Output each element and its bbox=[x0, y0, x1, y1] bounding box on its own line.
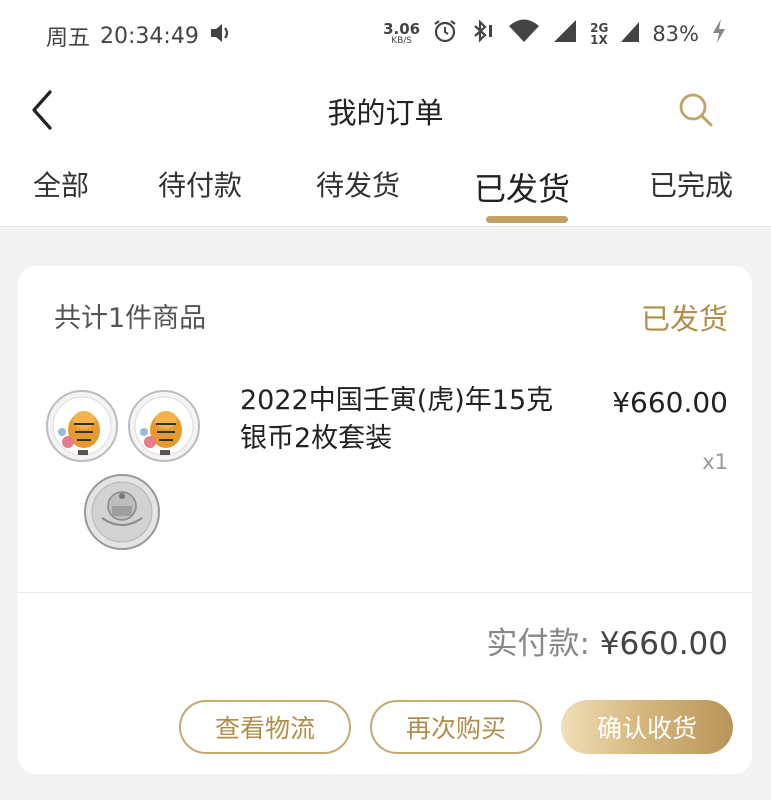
order-tabs: 全部 待付款 待发货 已发货 已完成 bbox=[0, 152, 771, 226]
confirm-receipt-button[interactable]: 确认收货 bbox=[561, 700, 733, 754]
volume-icon bbox=[209, 22, 233, 50]
network-type-top: 2G bbox=[590, 20, 609, 35]
tab-shipped[interactable]: 已发货 bbox=[474, 164, 570, 210]
coin-tiger-left bbox=[46, 390, 118, 462]
signal-icon-2 bbox=[620, 18, 640, 49]
net-speed: 3.06 KB/S bbox=[383, 19, 421, 46]
paid-value: ¥660.00 bbox=[599, 626, 728, 662]
tab-pending-payment[interactable]: 待付款 bbox=[158, 164, 242, 204]
search-icon bbox=[679, 93, 713, 127]
status-bar: 周五 20:34:49 3.06 KB/S 2G 1X 83% bbox=[0, 0, 771, 68]
nav-bar: 我的订单 bbox=[0, 68, 771, 152]
tab-pending-shipment[interactable]: 待发货 bbox=[316, 164, 400, 204]
status-day: 周五 bbox=[46, 26, 91, 51]
status-time: 20:34:49 bbox=[100, 23, 199, 49]
paid-label: 实付款: bbox=[486, 626, 590, 662]
coin-tiger-right bbox=[128, 390, 200, 462]
active-tab-indicator bbox=[486, 216, 568, 223]
battery-percent: 83% bbox=[652, 21, 699, 46]
header-area: 周五 20:34:49 3.06 KB/S 2G 1X 83% 我的订单 全部 … bbox=[0, 0, 771, 227]
net-speed-value: 3.06 bbox=[383, 19, 421, 38]
bluetooth-icon bbox=[470, 18, 496, 49]
item-count: 共计1件商品 bbox=[54, 303, 207, 334]
view-logistics-button[interactable]: 查看物流 bbox=[179, 700, 351, 754]
page-title: 我的订单 bbox=[327, 96, 444, 130]
buy-again-button[interactable]: 再次购买 bbox=[370, 700, 542, 754]
network-type: 2G 1X bbox=[590, 22, 608, 46]
network-type-bottom: 1X bbox=[590, 32, 608, 47]
tab-completed[interactable]: 已完成 bbox=[649, 164, 733, 204]
product-name[interactable]: 2022中国壬寅(虎)年15克银币2枚套装 bbox=[240, 382, 580, 458]
alarm-icon bbox=[432, 18, 458, 49]
net-speed-unit: KB/S bbox=[391, 35, 413, 46]
search-button[interactable] bbox=[676, 90, 716, 130]
order-status: 已发货 bbox=[640, 302, 728, 336]
paid-amount: 实付款: ¥660.00 bbox=[486, 618, 728, 663]
status-right: 3.06 KB/S 2G 1X 83% bbox=[383, 18, 727, 49]
product-price: ¥660.00 bbox=[612, 386, 728, 419]
product-quantity: x1 bbox=[702, 450, 728, 474]
charging-icon bbox=[711, 18, 727, 49]
tab-all[interactable]: 全部 bbox=[33, 164, 89, 204]
wifi-icon bbox=[508, 18, 540, 49]
order-card[interactable]: 共计1件商品 已发货 2022中国壬寅(虎)年15克银币2枚套装 ¥660.00… bbox=[18, 266, 752, 774]
signal-icon bbox=[552, 18, 578, 49]
product-image[interactable] bbox=[46, 390, 216, 550]
status-left: 周五 20:34:49 bbox=[46, 20, 233, 52]
coin-emblem bbox=[84, 474, 160, 550]
card-divider bbox=[18, 592, 752, 593]
